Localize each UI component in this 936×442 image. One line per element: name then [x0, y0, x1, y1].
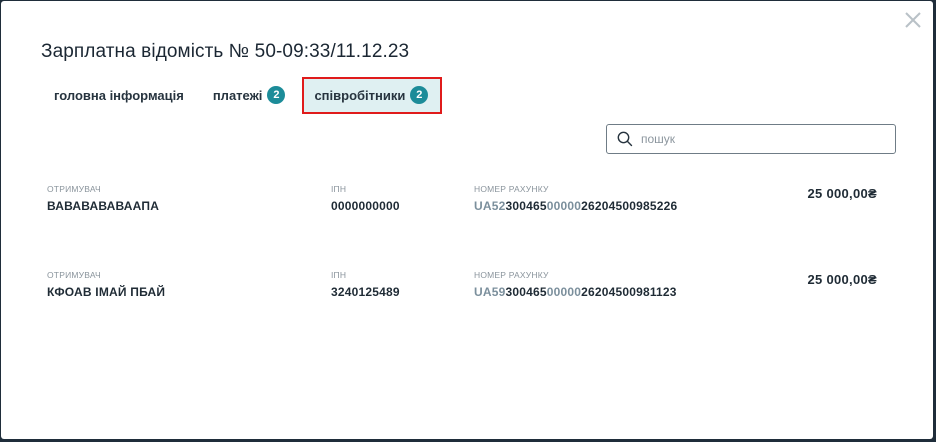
- search-box[interactable]: [606, 124, 896, 154]
- payments-count-badge: 2: [267, 86, 286, 104]
- amount-value: 25 000,00₴: [807, 186, 877, 201]
- account-country-code: UA59: [474, 285, 506, 299]
- recipient-name: КФОАВ ІМАЙ ПБАЙ: [47, 285, 166, 299]
- account-zeros: 00000: [546, 285, 582, 299]
- tab-main-info-label: головна інформація: [54, 87, 184, 103]
- salary-sheet-dialog: Зарплатна відомість № 50-09:33/11.12.23 …: [1, 1, 933, 439]
- employee-row: ОТРИМУВАЧ ВАВАВАВАВААПА ІПН 0000000000 Н…: [47, 184, 897, 224]
- account-bank-code: 300465: [505, 285, 547, 299]
- tab-employees[interactable]: співробітники 2: [302, 76, 443, 114]
- tab-main-info[interactable]: головна інформація: [41, 78, 196, 112]
- search-input[interactable]: [641, 132, 871, 146]
- recipient-name: ВАВАВАВАВААПА: [47, 199, 160, 213]
- account-bank-code: 300465: [505, 199, 547, 213]
- ipn-label: ІПН: [331, 184, 347, 194]
- close-icon: [905, 12, 921, 28]
- amount-value: 25 000,00₴: [807, 272, 877, 287]
- account-tail: 26204500981123: [581, 285, 677, 299]
- tab-payments-label: платежі: [212, 87, 263, 103]
- ipn-value: 0000000000: [331, 199, 400, 213]
- account-label: НОМЕР РАХУНКУ: [474, 184, 549, 194]
- account-country-code: UA52: [474, 199, 506, 213]
- account-zeros: 00000: [546, 199, 582, 213]
- account-label: НОМЕР РАХУНКУ: [474, 270, 549, 280]
- ipn-label: ІПН: [331, 270, 347, 280]
- dialog-title: Зарплатна відомість № 50-09:33/11.12.23: [41, 41, 410, 62]
- recipient-label: ОТРИМУВАЧ: [47, 184, 101, 194]
- account-number: UA593004650000026204500981123: [474, 285, 677, 299]
- tab-payments[interactable]: платежі 2: [201, 78, 298, 112]
- employees-count-badge: 2: [410, 86, 429, 104]
- account-tail: 26204500985226: [581, 199, 678, 213]
- tab-employees-label: співробітники: [314, 87, 406, 103]
- search-icon: [617, 131, 633, 147]
- account-number: UA523004650000026204500985226: [474, 199, 677, 213]
- ipn-value: 3240125489: [331, 285, 400, 299]
- recipient-label: ОТРИМУВАЧ: [47, 270, 101, 280]
- employee-row: ОТРИМУВАЧ КФОАВ ІМАЙ ПБАЙ ІПН 3240125489…: [47, 270, 897, 310]
- tab-bar: головна інформація платежі 2 співробітни…: [41, 76, 443, 114]
- close-button[interactable]: [903, 10, 923, 30]
